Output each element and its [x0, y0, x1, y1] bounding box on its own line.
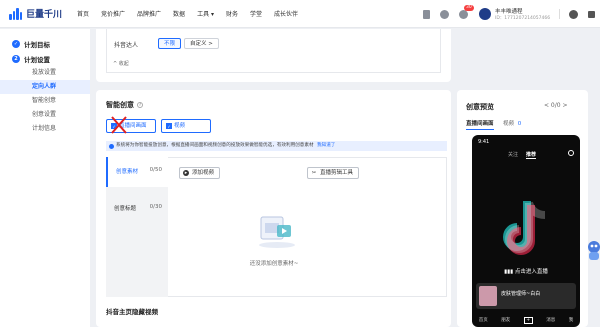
material-categories: 创意素材 0/50 创意标题 0/30 [106, 157, 168, 297]
phone-tabs: 关注 推荐 [508, 152, 537, 159]
logo-bars-icon [9, 7, 23, 21]
play-icon: ▸ [183, 170, 189, 176]
empty-text: 还没添加创意素材~ [249, 261, 299, 267]
step-plan-settings[interactable]: 2 计划设置 [0, 51, 90, 66]
empty-illustration-icon [259, 216, 295, 248]
sidebar: ✓ 计划目标 2 计划设置 投放设置 定向人群 智能创意 创意设置 计划信息 [0, 29, 90, 327]
bell-icon[interactable]: 30 [459, 4, 474, 19]
step-label: 计划设置 [24, 55, 50, 64]
preview-pager[interactable]: < 0/0 > [544, 102, 568, 109]
avatar[interactable] [479, 8, 491, 20]
preview-tab-live[interactable]: 直播间画面 [466, 119, 494, 130]
step-plan-goal[interactable]: ✓ 计划目标 [0, 36, 90, 51]
video-count-badge: 0 [517, 121, 522, 127]
option-custom[interactable]: 自定义 > [184, 38, 219, 49]
search-icon [568, 150, 574, 156]
smart-creative-title: 智能创意? [106, 101, 143, 109]
info-tip: 系统将为你智能投放创意，根据直播间画面和视频创意的投放效果做智能优选，有效利用创… [106, 141, 447, 151]
category-materials[interactable]: 创意素材 0/50 [106, 157, 168, 187]
nav-bidding[interactable]: 竞价推广 [95, 9, 131, 18]
preview-tab-video[interactable]: 视频 0 [503, 119, 521, 127]
sidebar-item-delivery[interactable]: 投放设置 [0, 66, 90, 80]
nav-tools[interactable]: 工具 ▾ [191, 9, 220, 18]
help-icon[interactable] [440, 9, 449, 19]
sidebar-item-plan-info[interactable]: 计划信息 [0, 122, 90, 136]
nav-growth[interactable]: 成长伙伴 [268, 9, 304, 18]
plus-icon: + [523, 317, 533, 324]
nav-academy[interactable]: 学堂 [244, 9, 268, 18]
help-icon[interactable]: ? [137, 102, 143, 108]
sidebar-item-targeting[interactable]: 定向人群 [0, 80, 90, 94]
phone-time: 9:41 [478, 139, 490, 145]
logo-text: 巨量千川 [26, 10, 63, 20]
nav-right: 30 丰丰唯通程 ID：1771207214057466 [418, 0, 600, 28]
hidden-video-title: 抖音主页隐藏视频 [106, 308, 158, 316]
live-card: 皮肤管理师~白白 [476, 283, 576, 309]
phone-bottom-nav: 首页 朋友 + 消息 我 [478, 317, 574, 324]
user-name: 丰丰唯通程 [495, 9, 523, 15]
doc-icon[interactable] [423, 9, 430, 19]
category-titles[interactable]: 创意标题 0/30 [106, 194, 168, 224]
step-number-icon: 2 [12, 54, 20, 63]
enter-live-text: ▮▮▮ 点击进入直播 [504, 269, 548, 275]
douyin-creator-label: 抖音达人 [114, 42, 139, 49]
titles-count: 0/30 [149, 204, 162, 210]
collapse-button[interactable]: ^ 收起 [113, 60, 129, 67]
logo[interactable]: 巨量千川 [9, 7, 71, 21]
sidebar-item-creative-settings[interactable]: 创意设置 [0, 108, 90, 122]
tip-ok-link[interactable]: 我知道了 [317, 143, 335, 148]
notification-badge: 30 [464, 4, 474, 11]
option-unlimited[interactable]: 不限 [158, 38, 182, 49]
materials-count: 0/50 [149, 167, 162, 173]
red-cross-mark [111, 116, 127, 134]
main-nav: 首页 竞价推广 品牌推广 数据 工具 ▾ 财务 学堂 成长伙伴 [71, 9, 304, 18]
live-clip-tool-button[interactable]: ✂ 直播剪辑工具 [307, 167, 360, 179]
targeting-panel: 抖音达人 不限 自定义 > ^ 收起 [96, 29, 451, 82]
tab-video[interactable]: ✓ 视频 [161, 119, 211, 133]
top-nav: 巨量千川 首页 竞价推广 品牌推广 数据 工具 ▾ 财务 学堂 成长伙伴 30 … [0, 0, 600, 28]
add-video-button[interactable]: ▸ 添加视频 [179, 167, 221, 179]
phone-preview: 9:41 关注 推荐 ▮▮▮ 点击进入直播 皮肤管理师~白白 首页 朋友 + 消息… [472, 135, 580, 327]
nav-home[interactable]: 首页 [71, 9, 95, 18]
sidebar-item-smart-creative[interactable]: 智能创意 [0, 94, 90, 108]
user-info[interactable]: 丰丰唯通程 ID：1771207214057466 [495, 7, 555, 21]
live-icon: ▮▮▮ [504, 269, 514, 275]
scissors-icon: ✂ [311, 170, 317, 176]
check-icon: ✓ [166, 123, 172, 129]
preview-title: 创意预览 [466, 103, 494, 111]
tiktok-icon [503, 201, 546, 255]
settings-icon[interactable] [569, 9, 578, 19]
nav-data[interactable]: 数据 [167, 9, 191, 18]
grid-menu-icon[interactable] [588, 10, 595, 18]
step-label: 计划目标 [24, 40, 50, 49]
info-icon [109, 143, 114, 149]
assistant-mascot-icon[interactable] [585, 240, 600, 262]
nav-brand[interactable]: 品牌推广 [131, 9, 167, 18]
streamer-avatar [479, 286, 497, 306]
streamer-name: 皮肤管理师~白白 [501, 291, 541, 297]
check-icon: ✓ [12, 39, 20, 48]
user-id: ID：1771207214057466 [495, 16, 551, 21]
nav-finance[interactable]: 财务 [220, 9, 244, 18]
